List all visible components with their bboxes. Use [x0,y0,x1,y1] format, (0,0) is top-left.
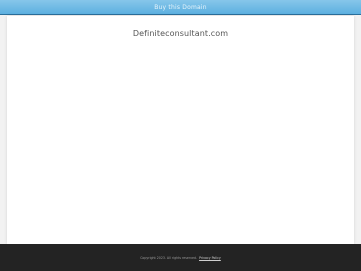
domain-title: Definiteconsultant.com [132,29,229,38]
footer: Copyright 2023. All rights reserved. Pri… [0,244,361,271]
content-panel: Definiteconsultant.com [7,16,354,244]
copyright-text: Copyright 2023. All rights reserved. [140,255,198,260]
privacy-policy-link[interactable]: Privacy Policy [199,256,221,260]
buy-domain-link[interactable]: Buy this Domain [154,4,207,11]
top-bar: Buy this Domain [0,0,361,15]
